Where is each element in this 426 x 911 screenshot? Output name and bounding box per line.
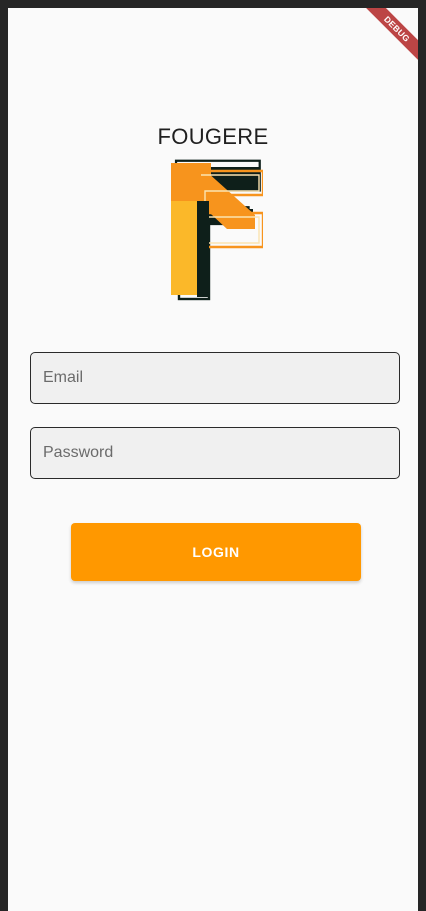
login-button[interactable]: LOGIN	[71, 523, 361, 581]
debug-banner-label: DEBUG	[360, 8, 418, 66]
email-input[interactable]	[43, 369, 399, 387]
app-title: FOUGERE	[157, 124, 269, 149]
password-field[interactable]	[30, 427, 400, 479]
fougere-f-logo-icon	[171, 159, 263, 301]
password-input[interactable]	[43, 444, 399, 462]
debug-banner: DEBUG	[358, 8, 418, 68]
app-screen: DEBUG FOUGERE LOGIN	[8, 8, 418, 911]
email-field[interactable]	[30, 352, 400, 404]
